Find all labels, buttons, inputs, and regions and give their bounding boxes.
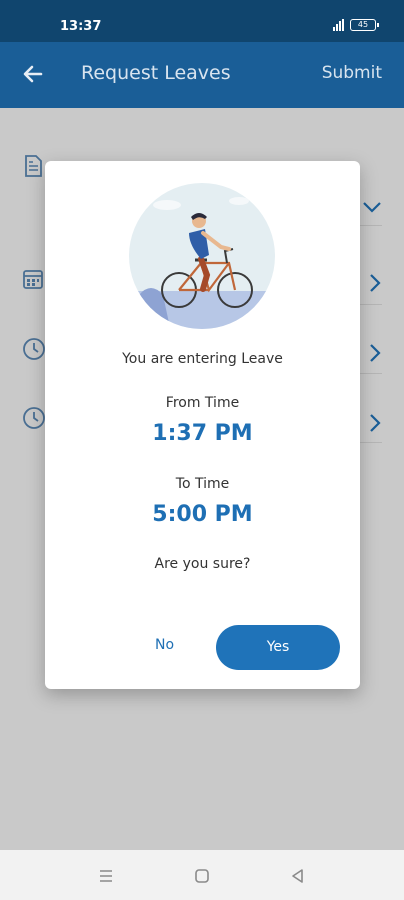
back-button[interactable] xyxy=(20,61,46,87)
home-icon[interactable] xyxy=(192,866,212,886)
clock-icon xyxy=(23,338,45,360)
document-icon xyxy=(25,155,42,177)
calendar-icon xyxy=(23,270,43,289)
chevron-right-icon[interactable] xyxy=(366,342,384,364)
cyclist-illustration xyxy=(129,183,275,329)
confirm-question: Are you sure? xyxy=(154,556,251,572)
signal-icon xyxy=(333,19,344,31)
chevron-right-icon[interactable] xyxy=(366,412,384,434)
status-bar: 13:37 45 xyxy=(0,0,404,42)
status-time: 13:37 xyxy=(60,19,102,34)
system-nav-bar xyxy=(0,850,404,900)
back-triangle-icon[interactable] xyxy=(288,866,308,886)
from-time-label: From Time xyxy=(165,395,240,411)
to-time-value: 5:00 PM xyxy=(152,502,253,527)
chevron-right-icon[interactable] xyxy=(366,272,384,294)
battery-icon: 45 xyxy=(350,19,379,31)
clock-icon xyxy=(23,407,45,429)
status-icons: 45 xyxy=(333,19,379,31)
battery-level: 45 xyxy=(357,20,369,29)
yes-button[interactable]: Yes xyxy=(216,625,340,670)
chevron-down-icon[interactable] xyxy=(361,198,383,216)
menu-icon[interactable] xyxy=(96,866,116,886)
submit-button[interactable]: Submit xyxy=(322,63,382,83)
to-time-label: To Time xyxy=(175,476,230,492)
entering-leave-text: You are entering Leave xyxy=(122,351,283,367)
page-title: Request Leaves xyxy=(81,62,231,84)
confirm-leave-dialog: You are entering Leave From Time 1:37 PM… xyxy=(45,161,360,689)
no-button[interactable]: No xyxy=(155,637,174,653)
from-time-value: 1:37 PM xyxy=(152,421,253,446)
back-arrow-icon xyxy=(23,65,43,83)
app-bar: Request Leaves Submit xyxy=(0,42,404,108)
